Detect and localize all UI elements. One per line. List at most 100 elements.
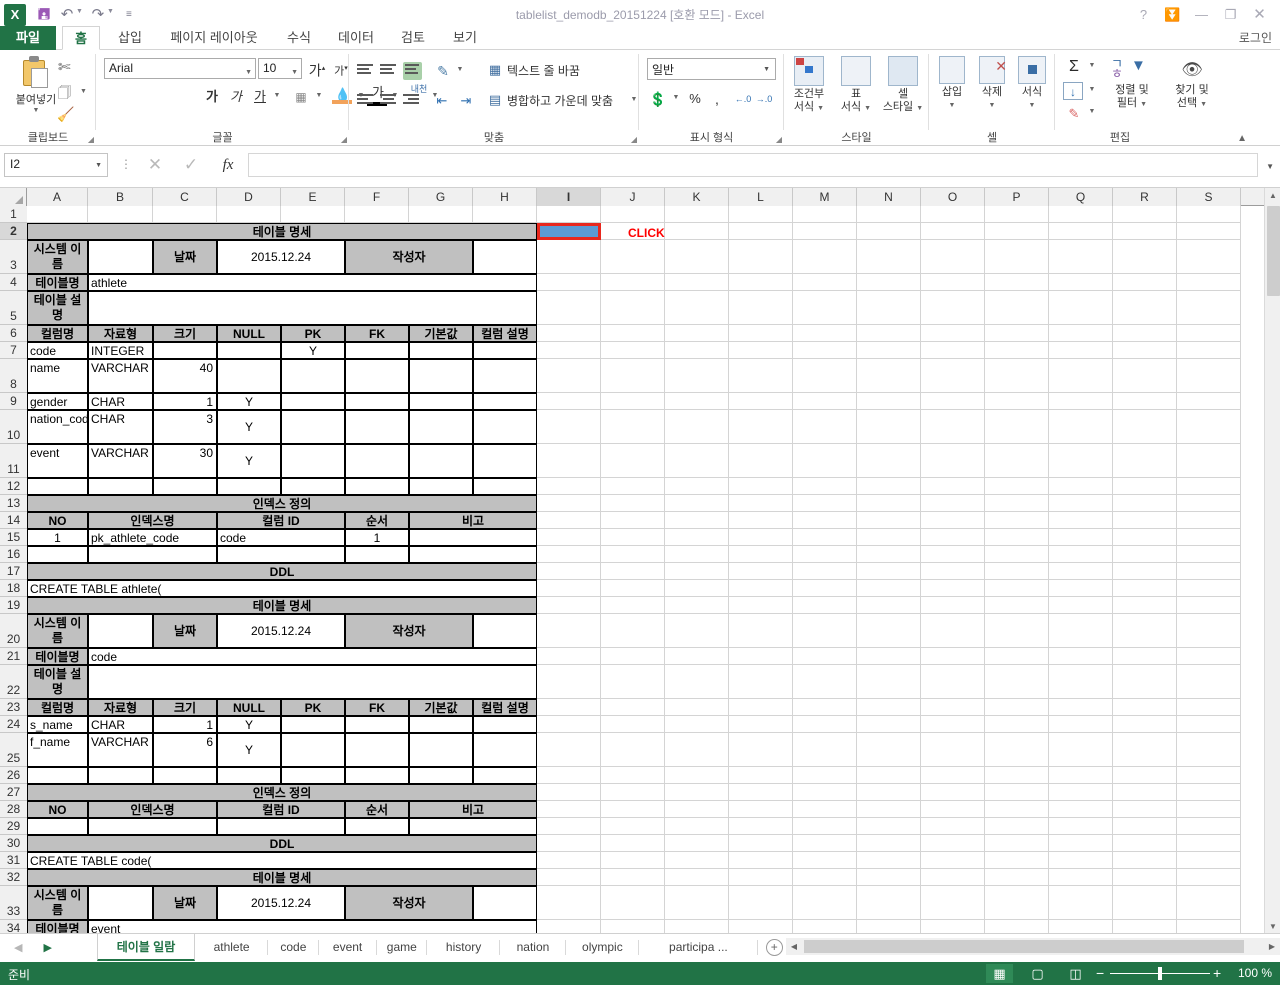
sheet-tab-테이블-일람[interactable]: 테이블 일람 — [97, 934, 195, 961]
column-header-F[interactable]: F — [345, 188, 409, 206]
cell[interactable] — [1113, 699, 1177, 716]
cell[interactable] — [1049, 223, 1113, 240]
cell[interactable] — [729, 801, 793, 818]
cell[interactable] — [793, 648, 857, 665]
cell[interactable] — [1049, 495, 1113, 512]
ribbon-display-options-icon[interactable]: ⏬ — [1158, 4, 1187, 26]
cell[interactable] — [729, 869, 793, 886]
select-all-button[interactable] — [0, 188, 27, 206]
cell[interactable] — [729, 546, 793, 563]
vertical-scrollbar[interactable]: ▲ ▼ — [1264, 188, 1280, 935]
cell[interactable] — [665, 444, 729, 478]
cell[interactable] — [857, 784, 921, 801]
cell[interactable] — [729, 597, 793, 614]
cell[interactable] — [921, 580, 985, 597]
cell[interactable] — [281, 767, 345, 784]
cell[interactable] — [665, 512, 729, 529]
cell[interactable] — [1049, 410, 1113, 444]
row-header-13[interactable]: 13 — [0, 495, 27, 512]
cell[interactable] — [409, 716, 473, 733]
cell-styles-button[interactable]: 셀 스타일 ▼ — [878, 56, 928, 115]
cell[interactable]: f_name — [27, 733, 88, 767]
cell[interactable] — [1049, 614, 1113, 648]
cell[interactable]: code — [27, 342, 88, 359]
cell[interactable] — [537, 614, 601, 648]
cell[interactable] — [665, 240, 729, 274]
cell[interactable] — [473, 767, 537, 784]
sort-filter-button[interactable]: ㄱ ㅎ ▼ 정렬 및 필터 ▼ — [1103, 56, 1161, 111]
cell[interactable] — [537, 495, 601, 512]
cell[interactable]: CREATE TABLE athlete( — [27, 580, 537, 597]
cell[interactable] — [537, 818, 601, 835]
cell[interactable] — [729, 291, 793, 325]
cell[interactable] — [601, 648, 665, 665]
cell[interactable]: Y — [217, 410, 281, 444]
cell[interactable] — [217, 767, 281, 784]
cell[interactable]: 비고 — [409, 801, 537, 818]
cell[interactable]: 인덱스명 — [88, 801, 217, 818]
column-header-H[interactable]: H — [473, 188, 537, 206]
horizontal-scrollbar[interactable]: ◀ ▶ — [786, 938, 1280, 955]
cell[interactable] — [985, 801, 1049, 818]
cell[interactable] — [793, 240, 857, 274]
cell[interactable] — [665, 274, 729, 291]
cell[interactable] — [985, 529, 1049, 546]
cell[interactable] — [1177, 886, 1241, 920]
cell[interactable] — [537, 240, 601, 274]
cell[interactable] — [88, 886, 153, 920]
row-header-17[interactable]: 17 — [0, 563, 27, 580]
cell[interactable] — [1177, 767, 1241, 784]
cell[interactable]: PK — [281, 325, 345, 342]
cell[interactable] — [281, 206, 345, 223]
cell[interactable]: Y — [217, 444, 281, 478]
cell[interactable] — [217, 359, 281, 393]
cell[interactable] — [921, 546, 985, 563]
insert-function-icon[interactable]: fx — [215, 154, 241, 176]
cell[interactable] — [601, 801, 665, 818]
cell[interactable] — [665, 597, 729, 614]
cell[interactable] — [1177, 580, 1241, 597]
cell[interactable] — [601, 767, 665, 784]
next-sheet-icon[interactable]: ▶ — [44, 942, 52, 954]
cell[interactable] — [27, 546, 88, 563]
cell[interactable] — [601, 665, 665, 699]
cell[interactable]: 날짜 — [153, 614, 217, 648]
cell[interactable] — [793, 342, 857, 359]
cell[interactable] — [1049, 869, 1113, 886]
cell[interactable] — [537, 342, 601, 359]
cell[interactable] — [921, 648, 985, 665]
cell[interactable] — [1113, 274, 1177, 291]
column-header-B[interactable]: B — [88, 188, 153, 206]
cell[interactable] — [217, 342, 281, 359]
cell[interactable] — [537, 291, 601, 325]
cell[interactable] — [537, 444, 601, 478]
clipboard-dialog-launcher[interactable]: ◢ — [88, 135, 94, 144]
cell[interactable] — [601, 614, 665, 648]
cell[interactable]: FK — [345, 325, 409, 342]
tab-file[interactable]: 파일 — [0, 26, 56, 50]
cell[interactable] — [857, 325, 921, 342]
cell[interactable] — [921, 716, 985, 733]
cell[interactable] — [537, 325, 601, 342]
cell[interactable] — [921, 291, 985, 325]
cell[interactable] — [857, 223, 921, 240]
cell[interactable] — [537, 869, 601, 886]
cell[interactable]: 1 — [153, 393, 217, 410]
cell[interactable] — [473, 342, 537, 359]
zoom-slider-thumb[interactable] — [1158, 967, 1162, 980]
cell[interactable] — [27, 478, 88, 495]
grow-font-button[interactable]: 가▴ — [306, 58, 328, 79]
cell[interactable] — [1049, 716, 1113, 733]
cell[interactable] — [153, 478, 217, 495]
cell[interactable] — [985, 342, 1049, 359]
cell[interactable] — [793, 223, 857, 240]
cell[interactable] — [985, 495, 1049, 512]
cut-icon[interactable]: ✄ — [58, 58, 71, 76]
cell[interactable]: code — [217, 529, 345, 546]
align-bottom-button[interactable] — [403, 62, 422, 80]
cell[interactable] — [729, 835, 793, 852]
number-format-select[interactable]: 일반 ▼ — [647, 58, 776, 80]
cell[interactable] — [921, 784, 985, 801]
cell[interactable] — [1177, 801, 1241, 818]
cell[interactable] — [793, 835, 857, 852]
